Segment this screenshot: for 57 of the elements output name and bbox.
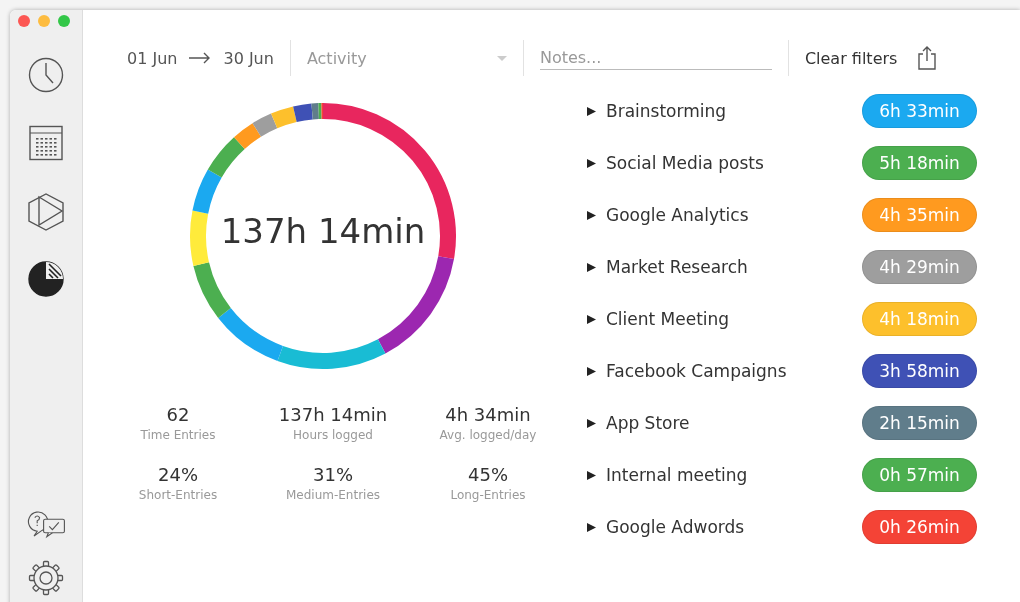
activity-name[interactable]: Facebook Campaigns — [606, 361, 862, 381]
stat-label: Time Entries — [140, 428, 216, 442]
activity-name[interactable]: Brainstorming — [606, 101, 862, 121]
duration-badge: 4h 29min — [862, 250, 977, 284]
duration-badge: 4h 35min — [862, 198, 977, 232]
start-date[interactable]: 01 Jun — [127, 48, 178, 68]
activity-name[interactable]: Google Analytics — [606, 205, 862, 225]
expand-triangle-icon[interactable] — [587, 314, 596, 324]
activity-name[interactable]: Market Research — [606, 257, 862, 277]
stat-label: Avg. logged/day — [439, 428, 537, 442]
stat-value: 137h 14min — [278, 404, 388, 425]
duration-badge: 0h 57min — [862, 458, 977, 492]
pie-chart-icon — [28, 261, 64, 297]
calendar-icon — [28, 125, 64, 161]
share-button[interactable] — [917, 46, 938, 70]
settings-button[interactable] — [26, 558, 66, 598]
expand-triangle-icon[interactable] — [587, 262, 596, 272]
activity-name[interactable]: Client Meeting — [606, 309, 862, 329]
caret-icon — [496, 55, 507, 61]
stat-value: 45% — [468, 464, 508, 485]
end-date[interactable]: 30 Jun — [223, 48, 274, 68]
duration-badge: 4h 18min — [862, 302, 977, 336]
expand-triangle-icon[interactable] — [587, 106, 596, 116]
expand-triangle-icon[interactable] — [587, 366, 596, 376]
stat-label: Short-Entries — [138, 488, 218, 502]
clock-icon — [28, 57, 64, 93]
clear-filters-button[interactable]: Clear filters — [804, 48, 898, 68]
stat-value: 31% — [313, 464, 353, 485]
expand-triangle-icon[interactable] — [587, 522, 596, 532]
total-time: 137h 14min — [219, 211, 427, 251]
stat-value: 62 — [166, 404, 190, 425]
sidebar-item[interactable] — [26, 259, 66, 299]
duration-badge: 3h 58min — [862, 354, 977, 388]
stat-label: Hours logged — [293, 428, 373, 442]
stat-label: Medium-Entries — [285, 488, 381, 502]
activity-name[interactable]: Internal meeting — [606, 465, 862, 485]
sidebar-item[interactable] — [26, 55, 66, 95]
window-close-button[interactable] — [18, 15, 30, 27]
stat-label: Long-Entries — [450, 488, 526, 502]
settings-icon — [28, 560, 64, 596]
stat-value: 4h 34min — [445, 404, 531, 425]
arrow-icon — [189, 52, 212, 64]
duration-badge: 0h 26min — [862, 510, 977, 544]
expand-triangle-icon[interactable] — [587, 158, 596, 168]
stat-value: 24% — [158, 464, 198, 485]
play-hexagon-icon — [26, 191, 66, 231]
expand-triangle-icon[interactable] — [587, 470, 596, 480]
duration-badge: 2h 15min — [862, 406, 977, 440]
expand-triangle-icon[interactable] — [587, 210, 596, 220]
sidebar-item[interactable] — [26, 123, 66, 163]
activity-name[interactable]: App Store — [606, 413, 862, 433]
duration-badge: 6h 33min — [862, 94, 977, 128]
expand-triangle-icon[interactable] — [587, 418, 596, 428]
activity-name[interactable]: Social Media posts — [606, 153, 862, 173]
sidebar-item[interactable] — [26, 191, 66, 231]
activity-name[interactable]: Google Adwords — [606, 517, 862, 537]
duration-badge: 5h 18min — [862, 146, 977, 180]
